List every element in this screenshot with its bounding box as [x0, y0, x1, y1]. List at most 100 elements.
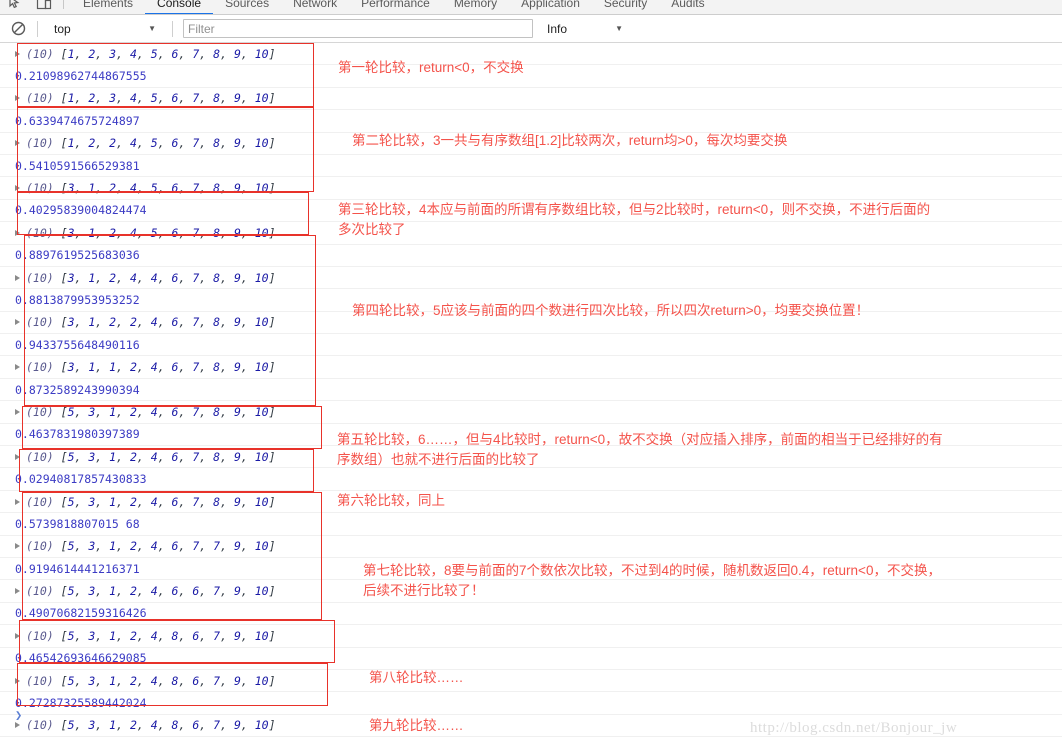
array-separator: , — [178, 270, 193, 285]
expand-triangle-icon[interactable] — [15, 364, 20, 371]
console-number-row[interactable]: 0.5739818807015 68 — [0, 513, 1062, 536]
array-value: 4 — [129, 91, 137, 106]
array-value: 2 — [109, 136, 117, 151]
console-array-row[interactable]: (10) [1, 2, 3, 4, 5, 6, 7, 8, 9, 10] — [0, 88, 1062, 111]
array-separator: , — [74, 136, 89, 151]
array-separator: , — [116, 136, 130, 151]
array-value: 7 — [213, 718, 221, 733]
array-separator: , — [220, 46, 234, 61]
array-separator: , — [199, 315, 214, 330]
array-separator: , — [95, 46, 110, 61]
device-toolbar-icon[interactable] — [34, 0, 54, 13]
array-separator: , — [136, 225, 151, 240]
random-number-value: 0.5410591566529381 — [15, 158, 140, 173]
array-separator: , — [157, 673, 172, 688]
tab-performance[interactable]: Performance — [349, 0, 442, 14]
console-number-row[interactable]: 0.02940817857430833 — [0, 468, 1062, 491]
filter-input[interactable] — [183, 19, 533, 38]
array-separator: , — [95, 628, 110, 643]
array-separator: , — [95, 673, 110, 688]
array-value: 3 — [88, 718, 96, 733]
inspect-element-icon[interactable] — [6, 0, 26, 13]
array-length-label: (10) — [26, 270, 61, 285]
console-number-row[interactable]: 0.8732589243990394 — [0, 379, 1062, 402]
array-separator: , — [136, 46, 151, 61]
array-value: 4 — [150, 539, 158, 554]
expand-triangle-icon[interactable] — [15, 95, 20, 102]
array-value: 7 — [192, 181, 200, 196]
console-number-row[interactable]: 0.5410591566529381 — [0, 155, 1062, 178]
console-number-row[interactable]: 0.8897619525683036 — [0, 245, 1062, 267]
tab-security[interactable]: Security — [592, 0, 659, 14]
console-array-row[interactable]: (10) [5, 3, 1, 2, 4, 8, 6, 7, 9, 10] — [0, 670, 1062, 693]
array-length-label: (10) — [26, 181, 61, 196]
tab-audits[interactable]: Audits — [659, 0, 716, 14]
expand-triangle-icon[interactable] — [15, 543, 20, 550]
expand-triangle-icon[interactable] — [15, 722, 20, 729]
array-separator: , — [157, 584, 172, 599]
expand-triangle-icon[interactable] — [15, 632, 20, 639]
expand-triangle-icon[interactable] — [15, 319, 20, 326]
console-number-row[interactable]: 0.9433755648490116 — [0, 334, 1062, 357]
expand-triangle-icon[interactable] — [15, 408, 20, 415]
array-bracket-close: ] — [268, 46, 276, 61]
console-number-row[interactable]: 0.49070682159316426 — [0, 603, 1062, 626]
array-value: 2 — [129, 673, 137, 688]
tab-memory[interactable]: Memory — [442, 0, 509, 14]
console-number-row[interactable]: 0.21098962744867555 — [0, 65, 1062, 88]
console-array-row[interactable]: (10) [3, 1, 2, 4, 5, 6, 7, 8, 9, 10] — [0, 177, 1062, 200]
array-value: 10 — [254, 584, 269, 599]
array-separator: , — [116, 584, 130, 599]
expand-triangle-icon[interactable] — [15, 50, 20, 57]
annotation-note-round-4: 第四轮比较，5应该与前面的四个数进行四次比较，所以四次return>0，均要交换… — [352, 303, 870, 318]
console-array-row[interactable]: (10) [1, 2, 3, 4, 5, 6, 7, 8, 9, 10] — [0, 43, 1062, 66]
array-separator: , — [199, 449, 214, 464]
array-value: 6 — [171, 270, 179, 285]
expand-triangle-icon[interactable] — [15, 185, 20, 192]
array-bracket-open: [ — [60, 539, 68, 554]
array-separator: , — [178, 225, 193, 240]
console-number-row[interactable]: 0.46542693646629085 — [0, 648, 1062, 670]
array-bracket-open: [ — [60, 628, 68, 643]
expand-triangle-icon[interactable] — [15, 453, 20, 460]
console-array-row[interactable]: (10) [5, 3, 1, 2, 4, 6, 7, 7, 9, 10] — [0, 536, 1062, 558]
array-separator: , — [178, 718, 193, 733]
expand-triangle-icon[interactable] — [15, 140, 20, 147]
toolbar-divider-1 — [37, 20, 38, 37]
expand-triangle-icon[interactable] — [15, 229, 20, 236]
tab-network[interactable]: Network — [281, 0, 349, 14]
console-array-row[interactable]: (10) [5, 3, 1, 2, 4, 8, 6, 7, 9, 10] — [0, 625, 1062, 648]
console-message-list[interactable]: (10) [1, 2, 3, 4, 5, 6, 7, 8, 9, 10] 0.21… — [0, 43, 1062, 747]
console-number-row[interactable]: 0.6339474675724897 — [0, 110, 1062, 133]
console-number-row[interactable]: 0.27287325589442024 — [0, 692, 1062, 715]
array-value: 10 — [254, 315, 269, 330]
console-array-row[interactable]: (10) [5, 3, 1, 2, 4, 6, 7, 8, 9, 10] — [0, 401, 1062, 424]
array-value: 2 — [129, 584, 137, 599]
clear-console-icon[interactable] — [5, 16, 31, 42]
array-separator: , — [178, 539, 193, 554]
array-separator: , — [136, 91, 151, 106]
console-array-row[interactable]: (10) [3, 1, 2, 4, 4, 6, 7, 8, 9, 10] — [0, 267, 1062, 290]
array-separator: , — [199, 91, 214, 106]
expand-triangle-icon[interactable] — [15, 588, 20, 595]
expand-triangle-icon[interactable] — [15, 498, 20, 505]
tab-sources[interactable]: Sources — [213, 0, 281, 14]
console-prompt[interactable]: ❯ — [15, 708, 22, 722]
expand-triangle-icon[interactable] — [15, 677, 20, 684]
array-separator: , — [136, 718, 151, 733]
array-value: 1 — [109, 449, 117, 464]
array-value: 9 — [233, 91, 241, 106]
tab-application[interactable]: Application — [509, 0, 592, 14]
random-number-value: 0.9433755648490116 — [15, 337, 140, 352]
console-array-row[interactable]: (10) [3, 1, 1, 2, 4, 6, 7, 8, 9, 10] — [0, 356, 1062, 379]
tab-elements[interactable]: Elements — [71, 0, 145, 14]
tab-console[interactable]: Console — [145, 0, 214, 14]
array-separator: , — [240, 91, 255, 106]
array-value: 6 — [171, 404, 179, 419]
execution-context-select[interactable]: top ▼ — [44, 22, 166, 36]
expand-triangle-icon[interactable] — [15, 274, 20, 281]
array-value: 7 — [192, 539, 200, 554]
console-array-row[interactable]: (10) [5, 3, 1, 2, 4, 6, 7, 8, 9, 10] — [0, 491, 1062, 514]
log-level-select[interactable]: Info ▼ — [547, 22, 637, 36]
array-value: 5 — [150, 225, 158, 240]
